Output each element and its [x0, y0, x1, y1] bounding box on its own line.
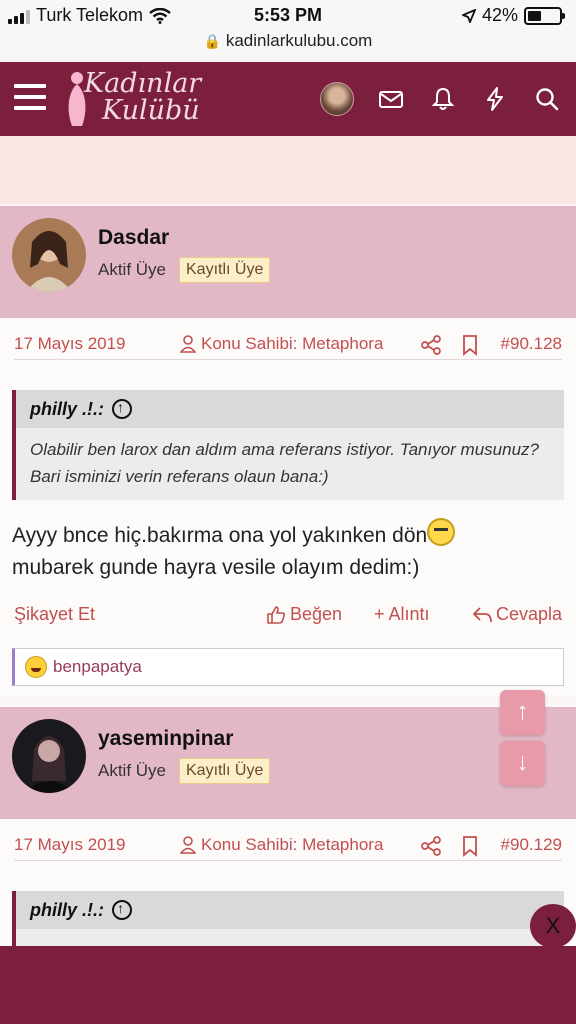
reaction-user[interactable]: benpapatya	[53, 657, 142, 677]
status-bar: Turk Telekom 5:53 PM 42% 🔒 kadinlarkulub…	[0, 0, 576, 62]
logo-text: Kadınlar Kulübü	[84, 68, 202, 126]
post-actions: Şikayet Et Beğen + Alıntı Cevapla	[14, 600, 562, 630]
quote-button[interactable]: + Alıntı	[374, 604, 430, 625]
user-rank: Aktif Üye	[98, 761, 167, 780]
post-meta: 17 Mayıs 2019 Konu Sahibi: Metaphora #90…	[14, 332, 562, 360]
username[interactable]: yaseminpinar	[98, 727, 233, 751]
user-rank: Aktif Üye	[98, 260, 167, 279]
site-header: Kadınlar Kulübü	[0, 62, 576, 136]
bolt-icon[interactable]	[482, 86, 508, 112]
menu-icon[interactable]	[14, 84, 46, 112]
location-icon	[461, 8, 476, 23]
post-header: yaseminpinar Aktif Üye Kayıtlı Üye	[0, 707, 576, 819]
share-icon[interactable]	[420, 334, 442, 356]
bookmark-icon[interactable]	[460, 835, 480, 857]
site-logo[interactable]: Kadınlar Kulübü	[64, 68, 214, 130]
like-button[interactable]: Beğen	[266, 604, 342, 625]
thread-owner: Konu Sahibi: Metaphora	[180, 835, 383, 855]
post-body: 17 Mayıs 2019 Konu Sahibi: Metaphora #90…	[0, 318, 576, 696]
smiley-icon	[427, 518, 456, 546]
post-meta: 17 Mayıs 2019 Konu Sahibi: Metaphora #90…	[14, 833, 562, 861]
post-date[interactable]: 17 Mayıs 2019	[14, 835, 126, 855]
quote-block: philly .!.: Olabilir ben larox dan aldım…	[12, 390, 564, 500]
user-icon	[180, 335, 196, 353]
post-date[interactable]: 17 Mayıs 2019	[14, 334, 126, 354]
scroll-down-button[interactable]: ↓	[500, 741, 545, 786]
user-avatar[interactable]	[12, 719, 86, 793]
reply-icon	[473, 606, 492, 622]
quote-author: philly .!.:	[30, 398, 104, 419]
bookmark-icon[interactable]	[460, 334, 480, 356]
close-ad-button[interactable]: X	[530, 904, 576, 948]
bell-icon[interactable]	[430, 86, 456, 112]
avatar[interactable]	[320, 82, 354, 116]
quote-author: philly .!.:	[30, 899, 104, 920]
share-icon[interactable]	[420, 835, 442, 857]
lock-icon: 🔒	[203, 33, 222, 49]
post-number[interactable]: #90.128	[501, 334, 562, 354]
go-to-quote-icon[interactable]	[112, 900, 132, 920]
reply-button[interactable]: Cevapla	[472, 604, 562, 625]
mail-icon[interactable]	[378, 86, 404, 112]
thumbs-up-icon	[267, 605, 286, 624]
ad-space	[0, 136, 576, 204]
quote-block: philly .!.:	[12, 891, 564, 947]
address-bar[interactable]: 🔒 kadinlarkulubu.com	[0, 31, 576, 51]
username[interactable]: Dasdar	[98, 226, 169, 250]
quote-header[interactable]: philly .!.:	[16, 390, 564, 428]
thread-owner: Konu Sahibi: Metaphora	[180, 334, 383, 354]
laughing-emoji-icon	[25, 656, 47, 678]
reaction-bar[interactable]: benpapatya	[12, 648, 564, 686]
go-to-quote-icon[interactable]	[112, 399, 132, 419]
post: Dasdar Aktif Üye Kayıtlı Üye 17 Mayıs 20…	[0, 206, 576, 696]
battery-percent: 42%	[481, 5, 518, 25]
post-body: 17 Mayıs 2019 Konu Sahibi: Metaphora #90…	[0, 819, 576, 947]
url-text: kadinlarkulubu.com	[225, 31, 373, 50]
battery-icon	[524, 6, 565, 25]
post-message: Ayyy bnce hiç.bakırma ona yol yakınken d…	[12, 518, 564, 584]
report-button[interactable]: Şikayet Et	[14, 604, 95, 625]
post-header: Dasdar Aktif Üye Kayıtlı Üye	[0, 206, 576, 318]
quote-header[interactable]: philly .!.:	[16, 891, 564, 929]
scroll-up-button[interactable]: ↑	[500, 690, 545, 735]
search-icon[interactable]	[534, 86, 560, 112]
user-icon	[180, 836, 196, 854]
user-avatar[interactable]	[12, 218, 86, 292]
status-right: 42%	[461, 5, 565, 26]
quote-text: Olabilir ben larox dan aldım ama referan…	[30, 440, 539, 486]
post-number[interactable]: #90.129	[501, 835, 562, 855]
member-badge: Kayıtlı Üye	[179, 758, 271, 784]
bottom-ad-bar	[0, 946, 576, 1024]
member-badge: Kayıtlı Üye	[179, 257, 271, 283]
post: yaseminpinar Aktif Üye Kayıtlı Üye 17 Ma…	[0, 707, 576, 947]
